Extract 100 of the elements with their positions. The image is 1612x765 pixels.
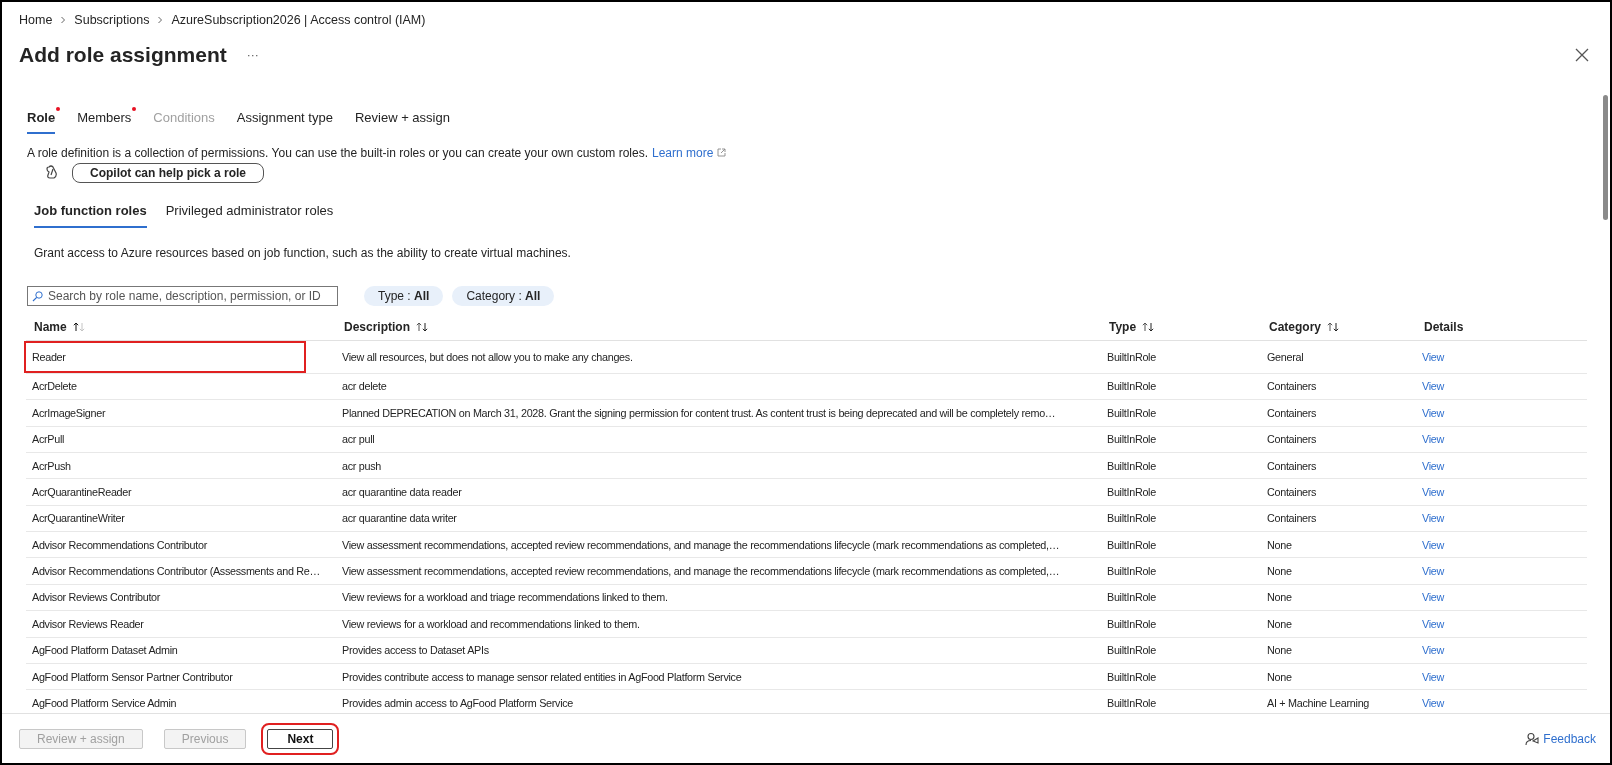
role-type: BuiltInRole (1107, 565, 1156, 578)
scrollbar-thumb[interactable] (1603, 95, 1608, 220)
breadcrumb-link[interactable]: Home (19, 11, 53, 30)
chevron-icon (157, 16, 164, 25)
role-description: Planned DEPRECATION on March 31, 2028. Grant the signing permission for content trust. As content trust is being deprecated and will be completely remo… (342, 406, 1056, 419)
role-type: BuiltInRole (1107, 485, 1156, 498)
view-link[interactable]: View (1422, 617, 1444, 630)
role-category: Containers (1267, 512, 1317, 525)
sort-icon[interactable] (72, 321, 85, 332)
wizard-tab[interactable]: Assignment type (236, 108, 333, 134)
search-field[interactable]: Search by role name, description, permission, or ID (27, 286, 338, 307)
copilot-button[interactable]: Copilot can help pick a role (72, 162, 265, 183)
close-icon[interactable] (1575, 47, 1589, 62)
role-name[interactable]: AgFood Platform Sensor Partner Contributor (32, 670, 233, 683)
role-type: BuiltInRole (1107, 380, 1156, 393)
view-link[interactable]: View (1422, 591, 1444, 604)
learn-more-link[interactable]: Learn more (652, 143, 714, 162)
role-type: BuiltInRole (1107, 512, 1156, 525)
role-type: BuiltInRole (1107, 433, 1156, 446)
role-type: BuiltInRole (1107, 406, 1156, 419)
chevron-icon (60, 16, 67, 25)
view-link[interactable]: View (1422, 512, 1444, 525)
role-type: BuiltInRole (1107, 670, 1156, 683)
role-name[interactable]: AgFood Platform Dataset Admin (32, 644, 178, 657)
column-header[interactable]: Name (34, 317, 67, 336)
copilot-icon (44, 165, 60, 181)
role-category: Containers (1267, 485, 1317, 498)
view-link[interactable]: View (1422, 459, 1444, 472)
wizard-tab[interactable]: Members (77, 108, 132, 134)
view-link[interactable]: View (1422, 433, 1444, 446)
role-description: Provides access to Dataset APIs (342, 644, 489, 657)
role-category: Containers (1267, 433, 1317, 446)
sort-icon[interactable] (416, 321, 428, 332)
role-description: Provides admin access to AgFood Platform Service (342, 697, 574, 710)
column-header[interactable]: Category (1269, 317, 1321, 336)
role-tab[interactable]: Privileged administrator roles (165, 200, 334, 229)
role-category: None (1267, 565, 1292, 578)
view-link[interactable]: View (1422, 697, 1444, 710)
role-category: None (1267, 538, 1292, 551)
filter-pill[interactable]: Type : All (364, 286, 444, 307)
column-header[interactable]: Details (1424, 317, 1464, 336)
external-link-icon (717, 148, 727, 158)
role-description: acr quarantine data reader (342, 485, 462, 498)
role-name[interactable]: AcrQuarantineReader (32, 485, 132, 498)
more-button[interactable]: ··· (246, 45, 259, 64)
role-type: BuiltInRole (1107, 538, 1156, 551)
sort-icon[interactable] (1327, 321, 1339, 332)
view-link[interactable]: View (1422, 485, 1444, 498)
role-description: View all resources, but does not allow you to make any changes. (342, 350, 633, 363)
view-link[interactable]: View (1422, 565, 1444, 578)
role-category: General (1267, 350, 1304, 363)
role-category: None (1267, 644, 1292, 657)
role-name[interactable]: Advisor Reviews Contributor (32, 591, 161, 604)
role-category: Containers (1267, 406, 1317, 419)
view-link[interactable]: View (1422, 644, 1444, 657)
view-link[interactable]: View (1422, 350, 1444, 363)
role-name[interactable]: Advisor Recommendations Contributor (Assessments and Re… (32, 565, 321, 578)
role-name[interactable]: AcrImageSigner (32, 406, 106, 419)
view-link[interactable]: View (1422, 538, 1444, 551)
role-tab[interactable]: Job function roles (34, 200, 147, 229)
role-name[interactable]: Advisor Reviews Reader (32, 617, 144, 630)
column-header[interactable]: Description (344, 317, 410, 336)
role-name[interactable]: AgFood Platform Service Admin (32, 697, 177, 710)
filter-pill[interactable]: Category : All (452, 286, 555, 307)
role-type: BuiltInRole (1107, 644, 1156, 657)
role-type: BuiltInRole (1107, 617, 1156, 630)
role-description: acr push (342, 459, 381, 472)
role-description: acr pull (342, 433, 375, 446)
role-description: View reviews for a workload and triage recommendations linked to them. (342, 591, 668, 604)
intro-text: A role definition is a collection of permissions. You can use the built-in roles or you can create your own custom roles. (27, 144, 648, 162)
view-link[interactable]: View (1422, 406, 1444, 419)
view-link[interactable]: View (1422, 380, 1444, 393)
role-name[interactable]: Reader (32, 348, 66, 365)
wizard-tab[interactable]: Review + assign (354, 108, 450, 134)
feedback-link[interactable]: Feedback (1543, 729, 1596, 748)
role-category: Containers (1267, 380, 1317, 393)
role-name[interactable]: Advisor Recommendations Contributor (32, 538, 207, 551)
role-type: BuiltInRole (1107, 591, 1156, 604)
role-name[interactable]: AcrPush (32, 459, 71, 472)
breadcrumb-link[interactable]: Subscriptions (74, 11, 150, 30)
role-type: BuiltInRole (1107, 697, 1156, 710)
breadcrumb-link[interactable]: AzureSubscription2026 | Access control (IAM) (171, 11, 426, 30)
role-category: None (1267, 617, 1292, 630)
role-category: None (1267, 670, 1292, 683)
feedback-icon (1525, 731, 1540, 746)
role-description: View assessment recommendations, accepted review recommendations, and manage the recommendations lifecycle (mark recommendations as completed,… (342, 565, 1060, 578)
column-header[interactable]: Type (1109, 317, 1137, 336)
role-description: View assessment recommendations, accepted review recommendations, and manage the recommendations lifecycle (mark recommendations as completed,… (342, 538, 1060, 551)
role-category: AI + Machine Learning (1267, 697, 1370, 710)
role-type: BuiltInRole (1107, 350, 1156, 363)
page-title: Add role assignment (19, 41, 227, 68)
role-description: acr quarantine data writer (342, 512, 457, 525)
view-link[interactable]: View (1422, 670, 1444, 683)
role-name[interactable]: AcrDelete (32, 380, 77, 393)
role-category: None (1267, 591, 1292, 604)
role-name[interactable]: AcrPull (32, 433, 65, 446)
sort-icon[interactable] (1142, 321, 1155, 332)
wizard-tab[interactable]: Role (27, 108, 56, 134)
role-name[interactable]: AcrQuarantineWriter (32, 512, 125, 525)
role-description: Provides contribute access to manage sensor related entities in AgFood Platform Service (342, 670, 742, 683)
